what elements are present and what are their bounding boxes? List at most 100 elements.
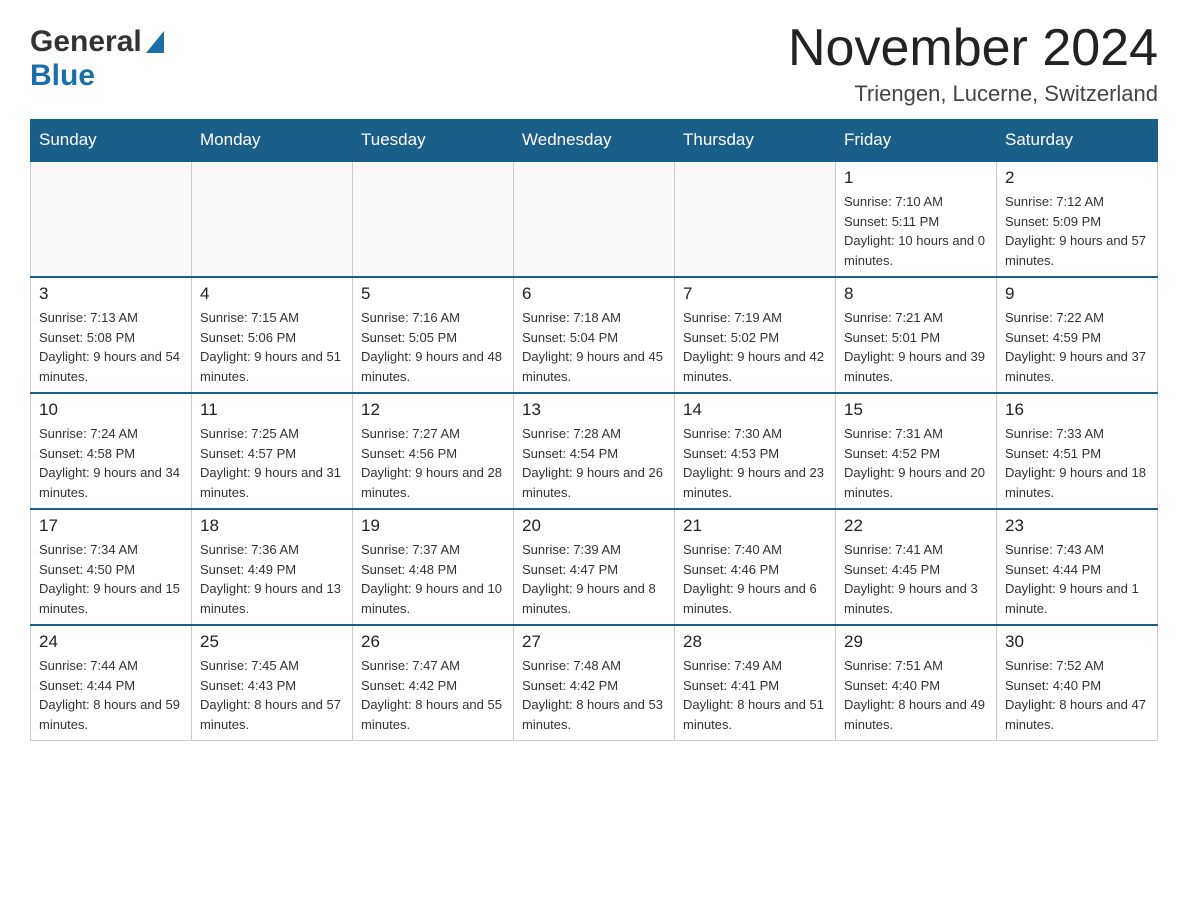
calendar-cell: 26 Sunrise: 7:47 AMSunset: 4:42 PMDayligh… xyxy=(353,625,514,741)
day-number: 17 xyxy=(39,516,183,536)
day-info: Sunrise: 7:34 AMSunset: 4:50 PMDaylight:… xyxy=(39,540,183,618)
month-title: November 2024 xyxy=(788,20,1158,77)
day-info: Sunrise: 7:25 AMSunset: 4:57 PMDaylight:… xyxy=(200,424,344,502)
day-number: 30 xyxy=(1005,632,1149,652)
day-info: Sunrise: 7:12 AMSunset: 5:09 PMDaylight:… xyxy=(1005,192,1149,270)
weekday-header-sunday: Sunday xyxy=(31,120,192,162)
calendar-cell: 12 Sunrise: 7:27 AMSunset: 4:56 PMDayligh… xyxy=(353,393,514,509)
calendar-week-2: 3 Sunrise: 7:13 AMSunset: 5:08 PMDaylight… xyxy=(31,277,1158,393)
day-info: Sunrise: 7:49 AMSunset: 4:41 PMDaylight:… xyxy=(683,656,827,734)
day-number: 1 xyxy=(844,168,988,188)
calendar-cell xyxy=(675,161,836,277)
day-number: 5 xyxy=(361,284,505,304)
day-info: Sunrise: 7:40 AMSunset: 4:46 PMDaylight:… xyxy=(683,540,827,618)
day-number: 9 xyxy=(1005,284,1149,304)
day-number: 14 xyxy=(683,400,827,420)
calendar-cell: 14 Sunrise: 7:30 AMSunset: 4:53 PMDayligh… xyxy=(675,393,836,509)
calendar-cell: 9 Sunrise: 7:22 AMSunset: 4:59 PMDaylight… xyxy=(997,277,1158,393)
calendar-cell: 22 Sunrise: 7:41 AMSunset: 4:45 PMDayligh… xyxy=(836,509,997,625)
day-info: Sunrise: 7:19 AMSunset: 5:02 PMDaylight:… xyxy=(683,308,827,386)
calendar-cell: 27 Sunrise: 7:48 AMSunset: 4:42 PMDayligh… xyxy=(514,625,675,741)
calendar-cell: 3 Sunrise: 7:13 AMSunset: 5:08 PMDaylight… xyxy=(31,277,192,393)
day-number: 15 xyxy=(844,400,988,420)
day-number: 18 xyxy=(200,516,344,536)
calendar-cell xyxy=(514,161,675,277)
day-info: Sunrise: 7:33 AMSunset: 4:51 PMDaylight:… xyxy=(1005,424,1149,502)
calendar-cell: 7Sunrise: 7:19 AMSunset: 5:02 PMDaylight… xyxy=(675,277,836,393)
day-info: Sunrise: 7:28 AMSunset: 4:54 PMDaylight:… xyxy=(522,424,666,502)
calendar-cell: 17 Sunrise: 7:34 AMSunset: 4:50 PMDayligh… xyxy=(31,509,192,625)
calendar-week-3: 10Sunrise: 7:24 AMSunset: 4:58 PMDayligh… xyxy=(31,393,1158,509)
calendar-cell: 28 Sunrise: 7:49 AMSunset: 4:41 PMDayligh… xyxy=(675,625,836,741)
day-number: 11 xyxy=(200,400,344,420)
day-info: Sunrise: 7:31 AMSunset: 4:52 PMDaylight:… xyxy=(844,424,988,502)
calendar-cell: 25 Sunrise: 7:45 AMSunset: 4:43 PMDayligh… xyxy=(192,625,353,741)
logo-general-text: General xyxy=(30,25,142,59)
day-info: Sunrise: 7:45 AMSunset: 4:43 PMDaylight:… xyxy=(200,656,344,734)
day-number: 25 xyxy=(200,632,344,652)
calendar-week-4: 17 Sunrise: 7:34 AMSunset: 4:50 PMDayligh… xyxy=(31,509,1158,625)
day-number: 6 xyxy=(522,284,666,304)
logo-triangle-icon xyxy=(146,31,164,58)
day-number: 3 xyxy=(39,284,183,304)
calendar-cell: 20Sunrise: 7:39 AMSunset: 4:47 PMDayligh… xyxy=(514,509,675,625)
day-info: Sunrise: 7:52 AMSunset: 4:40 PMDaylight:… xyxy=(1005,656,1149,734)
day-info: Sunrise: 7:13 AMSunset: 5:08 PMDaylight:… xyxy=(39,308,183,386)
day-number: 29 xyxy=(844,632,988,652)
calendar-cell: 24 Sunrise: 7:44 AMSunset: 4:44 PMDayligh… xyxy=(31,625,192,741)
weekday-header-tuesday: Tuesday xyxy=(353,120,514,162)
day-info: Sunrise: 7:22 AMSunset: 4:59 PMDaylight:… xyxy=(1005,308,1149,386)
weekday-header-wednesday: Wednesday xyxy=(514,120,675,162)
day-info: Sunrise: 7:39 AMSunset: 4:47 PMDaylight:… xyxy=(522,540,666,618)
day-info: Sunrise: 7:51 AMSunset: 4:40 PMDaylight:… xyxy=(844,656,988,734)
calendar-cell: 23Sunrise: 7:43 AMSunset: 4:44 PMDayligh… xyxy=(997,509,1158,625)
calendar-cell: 11 Sunrise: 7:25 AMSunset: 4:57 PMDayligh… xyxy=(192,393,353,509)
weekday-header-thursday: Thursday xyxy=(675,120,836,162)
day-number: 22 xyxy=(844,516,988,536)
day-info: Sunrise: 7:41 AMSunset: 4:45 PMDaylight:… xyxy=(844,540,988,618)
day-number: 10 xyxy=(39,400,183,420)
day-info: Sunrise: 7:30 AMSunset: 4:53 PMDaylight:… xyxy=(683,424,827,502)
weekday-header-friday: Friday xyxy=(836,120,997,162)
calendar-week-1: 1 Sunrise: 7:10 AMSunset: 5:11 PMDaylight… xyxy=(31,161,1158,277)
day-number: 16 xyxy=(1005,400,1149,420)
day-number: 8 xyxy=(844,284,988,304)
logo: General Blue xyxy=(30,20,164,93)
calendar-cell: 10Sunrise: 7:24 AMSunset: 4:58 PMDayligh… xyxy=(31,393,192,509)
calendar-cell: 19Sunrise: 7:37 AMSunset: 4:48 PMDayligh… xyxy=(353,509,514,625)
day-number: 28 xyxy=(683,632,827,652)
day-info: Sunrise: 7:48 AMSunset: 4:42 PMDaylight:… xyxy=(522,656,666,734)
day-number: 24 xyxy=(39,632,183,652)
day-number: 23 xyxy=(1005,516,1149,536)
calendar-cell: 18 Sunrise: 7:36 AMSunset: 4:49 PMDayligh… xyxy=(192,509,353,625)
calendar-cell: 13 Sunrise: 7:28 AMSunset: 4:54 PMDayligh… xyxy=(514,393,675,509)
day-number: 12 xyxy=(361,400,505,420)
calendar-table: SundayMondayTuesdayWednesdayThursdayFrid… xyxy=(30,119,1158,741)
weekday-header-monday: Monday xyxy=(192,120,353,162)
calendar-cell: 21Sunrise: 7:40 AMSunset: 4:46 PMDayligh… xyxy=(675,509,836,625)
day-number: 27 xyxy=(522,632,666,652)
day-info: Sunrise: 7:21 AMSunset: 5:01 PMDaylight:… xyxy=(844,308,988,386)
day-info: Sunrise: 7:27 AMSunset: 4:56 PMDaylight:… xyxy=(361,424,505,502)
day-info: Sunrise: 7:37 AMSunset: 4:48 PMDaylight:… xyxy=(361,540,505,618)
calendar-cell: 16 Sunrise: 7:33 AMSunset: 4:51 PMDayligh… xyxy=(997,393,1158,509)
day-number: 2 xyxy=(1005,168,1149,188)
location-title: Triengen, Lucerne, Switzerland xyxy=(788,81,1158,107)
day-info: Sunrise: 7:47 AMSunset: 4:42 PMDaylight:… xyxy=(361,656,505,734)
weekday-header-saturday: Saturday xyxy=(997,120,1158,162)
day-info: Sunrise: 7:10 AMSunset: 5:11 PMDaylight:… xyxy=(844,192,988,270)
title-block: November 2024 Triengen, Lucerne, Switzer… xyxy=(788,20,1158,107)
day-number: 4 xyxy=(200,284,344,304)
weekday-header-row: SundayMondayTuesdayWednesdayThursdayFrid… xyxy=(31,120,1158,162)
day-number: 26 xyxy=(361,632,505,652)
calendar-cell: 5 Sunrise: 7:16 AMSunset: 5:05 PMDaylight… xyxy=(353,277,514,393)
day-info: Sunrise: 7:16 AMSunset: 5:05 PMDaylight:… xyxy=(361,308,505,386)
day-info: Sunrise: 7:44 AMSunset: 4:44 PMDaylight:… xyxy=(39,656,183,734)
calendar-cell xyxy=(353,161,514,277)
calendar-cell: 2 Sunrise: 7:12 AMSunset: 5:09 PMDaylight… xyxy=(997,161,1158,277)
day-info: Sunrise: 7:18 AMSunset: 5:04 PMDaylight:… xyxy=(522,308,666,386)
day-info: Sunrise: 7:36 AMSunset: 4:49 PMDaylight:… xyxy=(200,540,344,618)
day-number: 13 xyxy=(522,400,666,420)
calendar-cell: 4Sunrise: 7:15 AMSunset: 5:06 PMDaylight… xyxy=(192,277,353,393)
calendar-week-5: 24 Sunrise: 7:44 AMSunset: 4:44 PMDayligh… xyxy=(31,625,1158,741)
